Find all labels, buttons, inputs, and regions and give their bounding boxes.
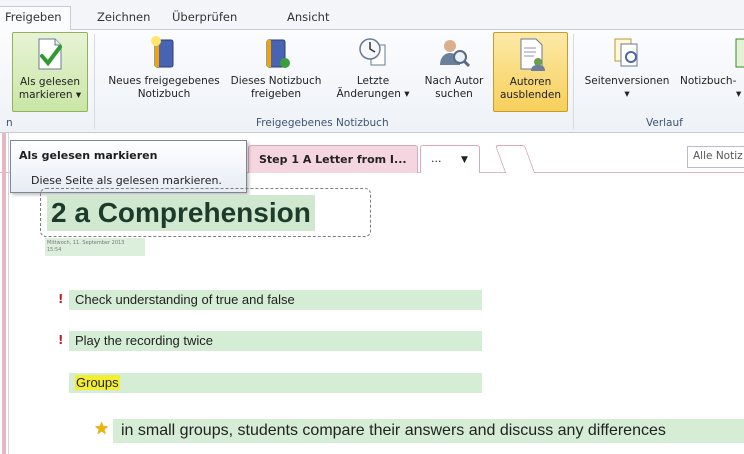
notebook-history-button[interactable]: Notizbuch- ▾ (676, 32, 744, 112)
recent-label-1: Letzte (356, 75, 390, 87)
share-notebook-icon (266, 39, 290, 68)
tab-ueberpruefen[interactable]: Überprüfen (172, 7, 237, 30)
document-check-icon (38, 38, 62, 70)
page-title[interactable]: 2 a Comprehension (47, 195, 315, 231)
list-item[interactable]: Check understanding of true and false (69, 290, 482, 310)
sub-list-item[interactable]: in small groups, students compare their … (113, 419, 744, 443)
page-versions-button[interactable]: Seitenversionen ▾ (578, 32, 676, 112)
group-separator (94, 34, 95, 129)
new-shared-label-1: Neues freigegebenes (108, 75, 220, 87)
recent-changes-button[interactable]: Letzte Änderungen ▾ (330, 32, 416, 112)
ribbon: Als gelesen markieren ▾ Neues freigegebe… (0, 30, 744, 133)
more-label: ... (431, 152, 442, 165)
new-notebook-icon (151, 36, 174, 68)
tab-more[interactable]: ... ▼ (420, 145, 480, 173)
groups-highlight: Groups (75, 375, 120, 390)
page-date: Mittwoch, 11. September 2013 (47, 240, 125, 246)
important-flag-icon: ! (58, 333, 64, 347)
new-shared-notebook-button[interactable]: Neues freigegebenes Notizbuch (100, 32, 228, 112)
notebook-recycle-icon (735, 38, 744, 68)
page-date-time: Mittwoch, 11. September 2013 15:54 (45, 238, 145, 256)
by-author-label-1: Nach Autor (424, 75, 484, 87)
list-item[interactable]: Play the recording twice (69, 331, 482, 351)
hide-authors-label-2: ausblenden (499, 89, 562, 101)
notebook-label-2: ▾ (736, 88, 742, 100)
page-versions-label-2: ▾ (624, 88, 630, 100)
group-heading[interactable]: Groups (69, 373, 482, 393)
notebook-label-1: Notizbuch- (680, 75, 737, 87)
by-author-label-2: suchen (435, 88, 473, 100)
share-this-label-1: Dieses Notizbuch (230, 75, 322, 87)
mark-read-label-2: markieren ▾ (18, 89, 82, 101)
group-label-left: n (6, 117, 13, 129)
tab-step-1-letter[interactable]: Step 1 A Letter from I... (248, 145, 418, 173)
group-label-history: Verlauf (646, 117, 683, 129)
tooltip-description: Diese Seite als gelesen markieren. (31, 174, 222, 187)
page-left-border (8, 133, 9, 454)
tab-zeichnen[interactable]: Zeichnen (97, 7, 150, 30)
group-separator (573, 34, 574, 129)
page-versions-icon (614, 38, 638, 67)
hide-authors-label-1: Autoren (509, 76, 552, 88)
chevron-down-icon: ▼ (461, 155, 468, 165)
page-versions-label-1: Seitenversionen (584, 75, 670, 87)
author-search-icon (440, 40, 471, 68)
star-icon: ★ (94, 419, 110, 439)
share-this-label-2: freigeben (250, 88, 302, 100)
clock-document-icon (359, 38, 386, 66)
search-input[interactable]: Alle Notiz (687, 146, 744, 168)
recent-label-2: Änderungen ▾ (336, 88, 410, 100)
hide-authors-button[interactable]: Autoren ausblenden (493, 32, 568, 112)
mark-read-button[interactable]: Als gelesen markieren ▾ (12, 32, 88, 112)
tooltip-title: Als gelesen markieren (19, 149, 158, 162)
tab-freigeben[interactable]: Freigeben (0, 6, 71, 31)
ribbon-tab-bar: Freigeben Zeichnen Überprüfen Ansicht (0, 0, 744, 31)
page-time: 15:54 (47, 247, 62, 253)
tab-ansicht[interactable]: Ansicht (287, 7, 329, 30)
new-shared-label-2: Notizbuch (137, 88, 191, 100)
new-section-tab[interactable] (494, 145, 536, 173)
share-this-notebook-button[interactable]: Dieses Notizbuch freigeben (226, 32, 326, 112)
mark-read-label-1: Als gelesen (20, 76, 80, 88)
hide-authors-icon (520, 38, 545, 71)
mark-read-tooltip: Als gelesen markieren Diese Seite als ge… (10, 140, 247, 193)
search-by-author-button[interactable]: Nach Autor suchen (420, 32, 488, 112)
section-color-bar (2, 133, 6, 454)
important-flag-icon: ! (58, 292, 64, 306)
group-label-shared-notebook: Freigegebenes Notizbuch (256, 117, 389, 129)
